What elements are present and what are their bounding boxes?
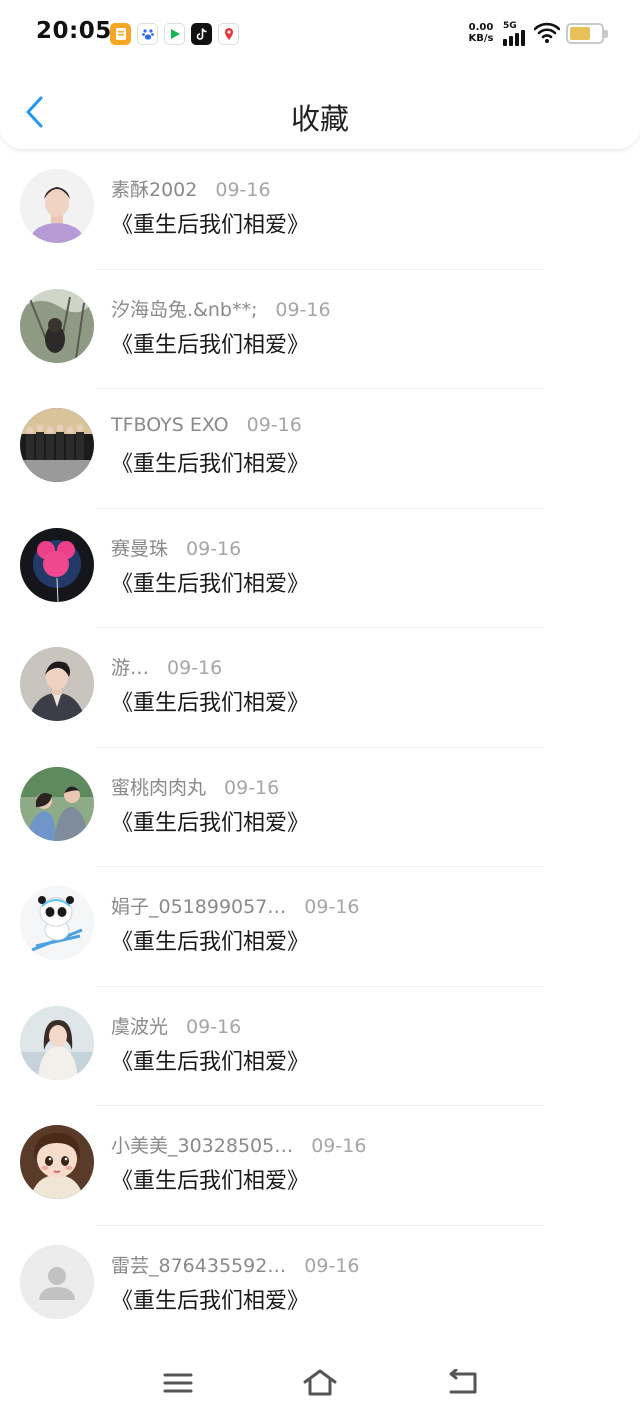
- user-name[interactable]: 娟子_051899057…: [111, 896, 286, 918]
- user-name[interactable]: 游…: [111, 657, 149, 679]
- item-date: 09-16: [246, 414, 302, 436]
- item-date: 09-16: [186, 1015, 242, 1038]
- item-title[interactable]: 《重生后我们相爱》: [111, 327, 309, 359]
- list-item[interactable]: 赛曼珠 09-16 《重生后我们相爱》: [0, 509, 640, 628]
- user-name[interactable]: 赛曼珠: [111, 538, 168, 560]
- list-item[interactable]: 娟子_051899057… 09-16 《重生后我们相爱》: [0, 867, 640, 987]
- page-title: 收藏: [290, 102, 349, 136]
- item-title[interactable]: 《重生后我们相爱》: [111, 1044, 309, 1076]
- item-date: 09-16: [311, 1135, 367, 1157]
- avatar[interactable]: [20, 408, 94, 482]
- item-meta: 素酥2002 09-16: [111, 175, 271, 202]
- user-name[interactable]: 雷芸_876435592…: [111, 1255, 286, 1277]
- battery-level: [570, 27, 590, 40]
- item-title[interactable]: 《重生后我们相爱》: [111, 446, 309, 478]
- avatar[interactable]: [20, 169, 94, 243]
- menu-icon: [163, 1373, 193, 1393]
- avatar[interactable]: [20, 647, 94, 721]
- status-bar: 20:05 0.00 KB/s 5G: [0, 0, 640, 70]
- item-meta: 蜜桃肉肉丸 09-16: [111, 773, 279, 800]
- item-date: 09-16: [224, 776, 280, 799]
- user-name[interactable]: 素酥2002: [111, 179, 197, 201]
- favorites-list: 素酥2002 09-16 《重生后我们相爱》 汐海岛兔.&nb**; 09-16 《…: [0, 150, 640, 1345]
- item-date: 09-16: [167, 657, 223, 679]
- system-nav-bar: [0, 1340, 640, 1422]
- tiktok-icon: [191, 23, 212, 45]
- item-title[interactable]: 《重生后我们相爱》: [111, 207, 309, 239]
- net-speed-value: 0.00: [468, 22, 494, 33]
- item-meta: 汐海岛兔.&nb**; 09-16: [111, 295, 331, 322]
- item-date: 09-16: [304, 1254, 360, 1277]
- avatar[interactable]: [20, 1005, 94, 1080]
- item-date: 09-16: [304, 896, 360, 918]
- user-name[interactable]: 蜜桃肉肉丸: [111, 777, 206, 799]
- item-title[interactable]: 《重生后我们相爱》: [111, 566, 309, 598]
- map-pin-icon: [218, 23, 239, 45]
- item-date: 09-16: [275, 298, 331, 321]
- user-name[interactable]: TFBOYS EXO: [111, 414, 229, 436]
- notification-icons: [110, 23, 239, 45]
- item-title[interactable]: 《重生后我们相爱》: [111, 1163, 309, 1195]
- home-button[interactable]: [300, 1366, 340, 1400]
- avatar[interactable]: [20, 288, 94, 363]
- item-date: 09-16: [186, 537, 242, 560]
- item-date: 09-16: [215, 179, 271, 201]
- net-speed: 0.00 KB/s: [466, 22, 496, 44]
- recent-apps-button[interactable]: [158, 1366, 198, 1400]
- avatar[interactable]: [20, 1125, 94, 1199]
- list-item[interactable]: 小美美_30328505… 09-16 《重生后我们相爱》: [0, 1106, 640, 1226]
- item-meta: 娟子_051899057… 09-16: [111, 892, 360, 919]
- net-speed-unit: KB/s: [468, 33, 494, 44]
- item-meta: 虞波光 09-16: [111, 1012, 241, 1039]
- list-item[interactable]: 素酥2002 09-16 《重生后我们相爱》: [0, 150, 640, 270]
- notes-icon: [110, 23, 131, 45]
- item-meta: 雷芸_876435592… 09-16: [111, 1251, 360, 1278]
- network-type: 5G: [503, 21, 517, 31]
- list-item[interactable]: 虞波光 09-16 《重生后我们相爱》: [0, 987, 640, 1106]
- back-icon: [449, 1369, 477, 1394]
- item-meta: 赛曼珠 09-16: [111, 534, 241, 561]
- item-meta: 小美美_30328505… 09-16: [111, 1131, 366, 1158]
- user-name[interactable]: 汐海岛兔.&nb**;: [111, 299, 257, 321]
- status-time: 20:05: [36, 18, 112, 44]
- list-item[interactable]: TFBOYS EXO 09-16 《重生后我们相爱》: [0, 389, 640, 509]
- item-title[interactable]: 《重生后我们相爱》: [111, 1283, 309, 1315]
- item-meta: 游… 09-16: [111, 653, 222, 680]
- avatar[interactable]: [20, 886, 94, 960]
- system-back-button[interactable]: [442, 1366, 482, 1400]
- user-name[interactable]: 小美美_30328505…: [111, 1135, 293, 1157]
- item-title[interactable]: 《重生后我们相爱》: [111, 805, 309, 837]
- list-item[interactable]: 游… 09-16 《重生后我们相爱》: [0, 628, 640, 748]
- item-meta: TFBOYS EXO 09-16: [111, 414, 302, 436]
- avatar[interactable]: [20, 766, 94, 841]
- list-item[interactable]: 汐海岛兔.&nb**; 09-16 《重生后我们相爱》: [0, 270, 640, 389]
- wifi-icon: [533, 22, 561, 44]
- signal-icon: 5G: [502, 21, 530, 46]
- battery-icon: [566, 23, 608, 44]
- list-item[interactable]: 雷芸_876435592… 09-16 《重生后我们相爱》: [0, 1226, 640, 1345]
- user-name[interactable]: 虞波光: [111, 1016, 168, 1038]
- item-title[interactable]: 《重生后我们相爱》: [111, 924, 309, 956]
- list-item[interactable]: 蜜桃肉肉丸 09-16 《重生后我们相爱》: [0, 748, 640, 867]
- default-avatar-icon[interactable]: [20, 1244, 94, 1319]
- item-title[interactable]: 《重生后我们相爱》: [111, 685, 309, 717]
- baidu-icon: [137, 23, 158, 45]
- avatar[interactable]: [20, 527, 94, 602]
- home-icon: [303, 1369, 337, 1396]
- video-play-icon: [164, 23, 185, 45]
- header: 收藏: [0, 70, 640, 150]
